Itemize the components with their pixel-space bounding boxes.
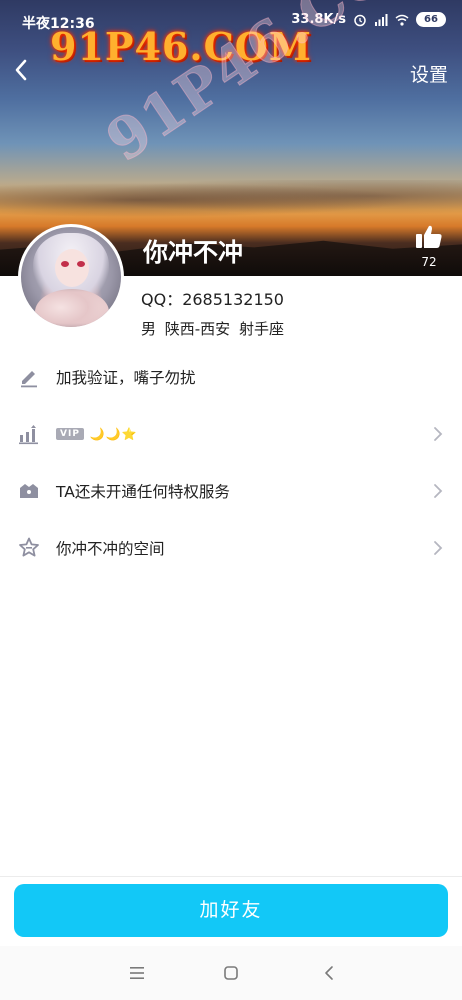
cover-clouds — [0, 180, 462, 220]
thumbs-up-icon — [416, 225, 442, 248]
like-count: 72 — [421, 255, 437, 269]
profile-info: QQ：2685132150 男 陕西-西安 射手座 — [141, 286, 284, 339]
level-badges: 🌙🌙⭐ — [89, 426, 138, 441]
avatar-face — [55, 249, 89, 287]
vip-row[interactable]: VIP 🌙🌙⭐ — [0, 405, 462, 462]
chevron-right-icon — [434, 541, 443, 555]
settings-button[interactable]: 设置 — [410, 60, 448, 87]
home-icon[interactable] — [222, 964, 240, 982]
battery-indicator: 66 — [416, 12, 446, 27]
rank-icon — [19, 425, 38, 445]
privilege-text: TA还未开通任何特权服务 — [56, 482, 230, 501]
avatar-eye-right — [77, 261, 85, 267]
qq-number: QQ：2685132150 — [141, 290, 284, 309]
chevron-right-icon — [434, 484, 443, 498]
bottom-divider — [0, 876, 462, 877]
system-nav-bar — [0, 946, 462, 1000]
privilege-row[interactable]: TA还未开通任何特权服务 — [0, 462, 462, 519]
avatar[interactable] — [18, 224, 124, 330]
space-row[interactable]: 你冲不冲的空间 — [0, 519, 462, 576]
info-list: 加我验证，嘴子勿扰 VIP 🌙🌙⭐ TA还未开通任何特权服务 你冲不冲的空间 — [0, 348, 462, 576]
wifi-icon — [395, 14, 409, 26]
avatar-eye-left — [61, 261, 69, 267]
crown-box-icon — [20, 484, 38, 498]
signal-icon — [375, 13, 388, 26]
add-friend-button[interactable]: 加好友 — [14, 884, 448, 937]
like-button[interactable]: 72 — [412, 224, 446, 269]
profile-meta: 男 陕西-西安 射手座 — [141, 320, 284, 338]
pencil-icon — [21, 371, 37, 388]
signature-text: 加我验证，嘴子勿扰 — [56, 368, 196, 387]
vip-tag: VIP — [56, 427, 84, 440]
menu-icon[interactable] — [128, 964, 146, 982]
star-badge-icon — [19, 537, 39, 557]
space-text: 你冲不冲的空间 — [56, 539, 165, 558]
nav-back-icon[interactable] — [320, 964, 338, 982]
profile-name: 你冲不冲 — [143, 238, 244, 267]
chevron-right-icon — [434, 427, 443, 441]
avatar-body — [35, 289, 109, 327]
signature-row: 加我验证，嘴子勿扰 — [0, 348, 462, 405]
back-icon[interactable] — [8, 54, 36, 86]
